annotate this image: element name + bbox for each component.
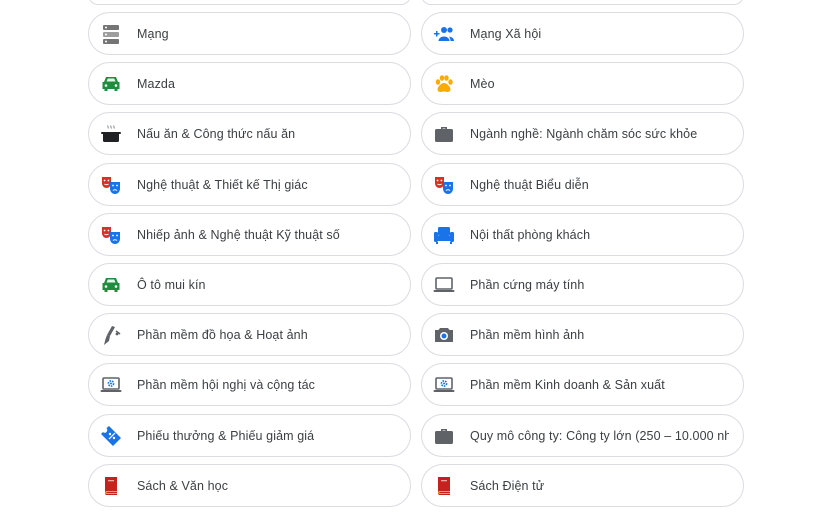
laptop-icon	[432, 273, 456, 297]
book-icon	[99, 474, 123, 498]
topic-chip-label: Phiếu thưởng & Phiếu giảm giá	[137, 428, 315, 443]
theater-masks-icon	[99, 173, 123, 197]
armchair-icon	[432, 223, 456, 247]
topic-chip-grid: Mạng Mạng Xã hội Mazda Mèo Nấu ăn & Công thứ…	[0, 0, 840, 512]
topic-chip-label: Sách Điện tử	[470, 478, 545, 493]
topic-chip[interactable]: Phần mềm đồ họa & Hoạt ảnh	[88, 313, 411, 356]
topic-chip[interactable]: Mạng	[88, 12, 411, 55]
camera-icon	[432, 323, 456, 347]
topic-chip-label: Ngành nghề: Ngành chăm sóc sức khỏe	[470, 126, 698, 141]
theater-masks-icon	[99, 223, 123, 247]
paw-icon	[432, 72, 456, 96]
topic-chip[interactable]: Nghệ thuật & Thiết kế Thị giác	[88, 163, 411, 206]
laptop-settings-icon	[432, 373, 456, 397]
topic-chip[interactable]: Ô tô mui kín	[88, 263, 411, 306]
car-icon	[99, 72, 123, 96]
topic-chip-label: Mạng Xã hội	[470, 26, 542, 41]
topic-chip-partial[interactable]	[421, 0, 744, 5]
topic-chip[interactable]: Nghệ thuật Biểu diễn	[421, 163, 744, 206]
theater-masks-icon	[432, 173, 456, 197]
topic-chip[interactable]: Nội thất phòng khách	[421, 213, 744, 256]
topic-chip[interactable]: Sách Điện tử	[421, 464, 744, 507]
topic-chip-label: Ô tô mui kín	[137, 277, 206, 292]
topic-chip[interactable]: Sách & Văn học	[88, 464, 411, 507]
topic-chip-label: Phần mềm hội nghị và cộng tác	[137, 377, 316, 392]
topic-chip[interactable]: Phần mềm hội nghị và cộng tác	[88, 363, 411, 406]
topic-chip-label: Phần cứng máy tính	[470, 277, 585, 292]
topic-chip[interactable]: Quy mô công ty: Công ty lớn (250 – 10.00…	[421, 414, 744, 457]
car-icon	[99, 273, 123, 297]
topic-chip[interactable]: Mạng Xã hội	[421, 12, 744, 55]
coupon-icon	[99, 424, 123, 448]
topic-chip-label: Phần mềm Kinh doanh & Sản xuất	[470, 377, 665, 392]
topic-chip[interactable]: Phần cứng máy tính	[421, 263, 744, 306]
topic-chip[interactable]: Nấu ăn & Công thức nấu ăn	[88, 112, 411, 155]
briefcase-icon	[432, 424, 456, 448]
topic-chip[interactable]: Ngành nghề: Ngành chăm sóc sức khỏe	[421, 112, 744, 155]
topic-chip[interactable]: Nhiếp ảnh & Nghệ thuật Kỹ thuật số	[88, 213, 411, 256]
briefcase-icon	[432, 122, 456, 146]
topic-chip-label: Mèo	[470, 76, 495, 91]
topic-chip-label: Quy mô công ty: Công ty lớn (250 – 10.00…	[470, 428, 729, 443]
server-icon	[99, 22, 123, 46]
topic-chip-label: Phần mềm đồ họa & Hoạt ảnh	[137, 327, 308, 342]
book-icon	[432, 474, 456, 498]
topic-chip[interactable]: Mèo	[421, 62, 744, 105]
topic-chip-label: Phần mềm hình ảnh	[470, 327, 585, 342]
topic-chip-label: Sách & Văn học	[137, 478, 229, 493]
topic-chip-label: Nghệ thuật & Thiết kế Thị giác	[137, 177, 308, 192]
topic-chip[interactable]: Mazda	[88, 62, 411, 105]
topic-chip[interactable]: Phiếu thưởng & Phiếu giảm giá	[88, 414, 411, 457]
topic-chip-partial[interactable]	[88, 0, 411, 5]
pen-nib-icon	[99, 323, 123, 347]
topic-chip-label: Nghệ thuật Biểu diễn	[470, 177, 589, 192]
laptop-settings-icon	[99, 373, 123, 397]
topic-chip-label: Mazda	[137, 76, 176, 91]
topic-chip-label: Nấu ăn & Công thức nấu ăn	[137, 126, 296, 141]
topic-chip[interactable]: Phần mềm Kinh doanh & Sản xuất	[421, 363, 744, 406]
topic-chip[interactable]: Phần mềm hình ảnh	[421, 313, 744, 356]
topic-chip-label: Mạng	[137, 26, 169, 41]
cooking-pot-icon	[99, 122, 123, 146]
topic-chip-label: Nhiếp ảnh & Nghệ thuật Kỹ thuật số	[137, 227, 340, 242]
topic-chip-label: Nội thất phòng khách	[470, 227, 591, 242]
group-add-icon	[432, 22, 456, 46]
